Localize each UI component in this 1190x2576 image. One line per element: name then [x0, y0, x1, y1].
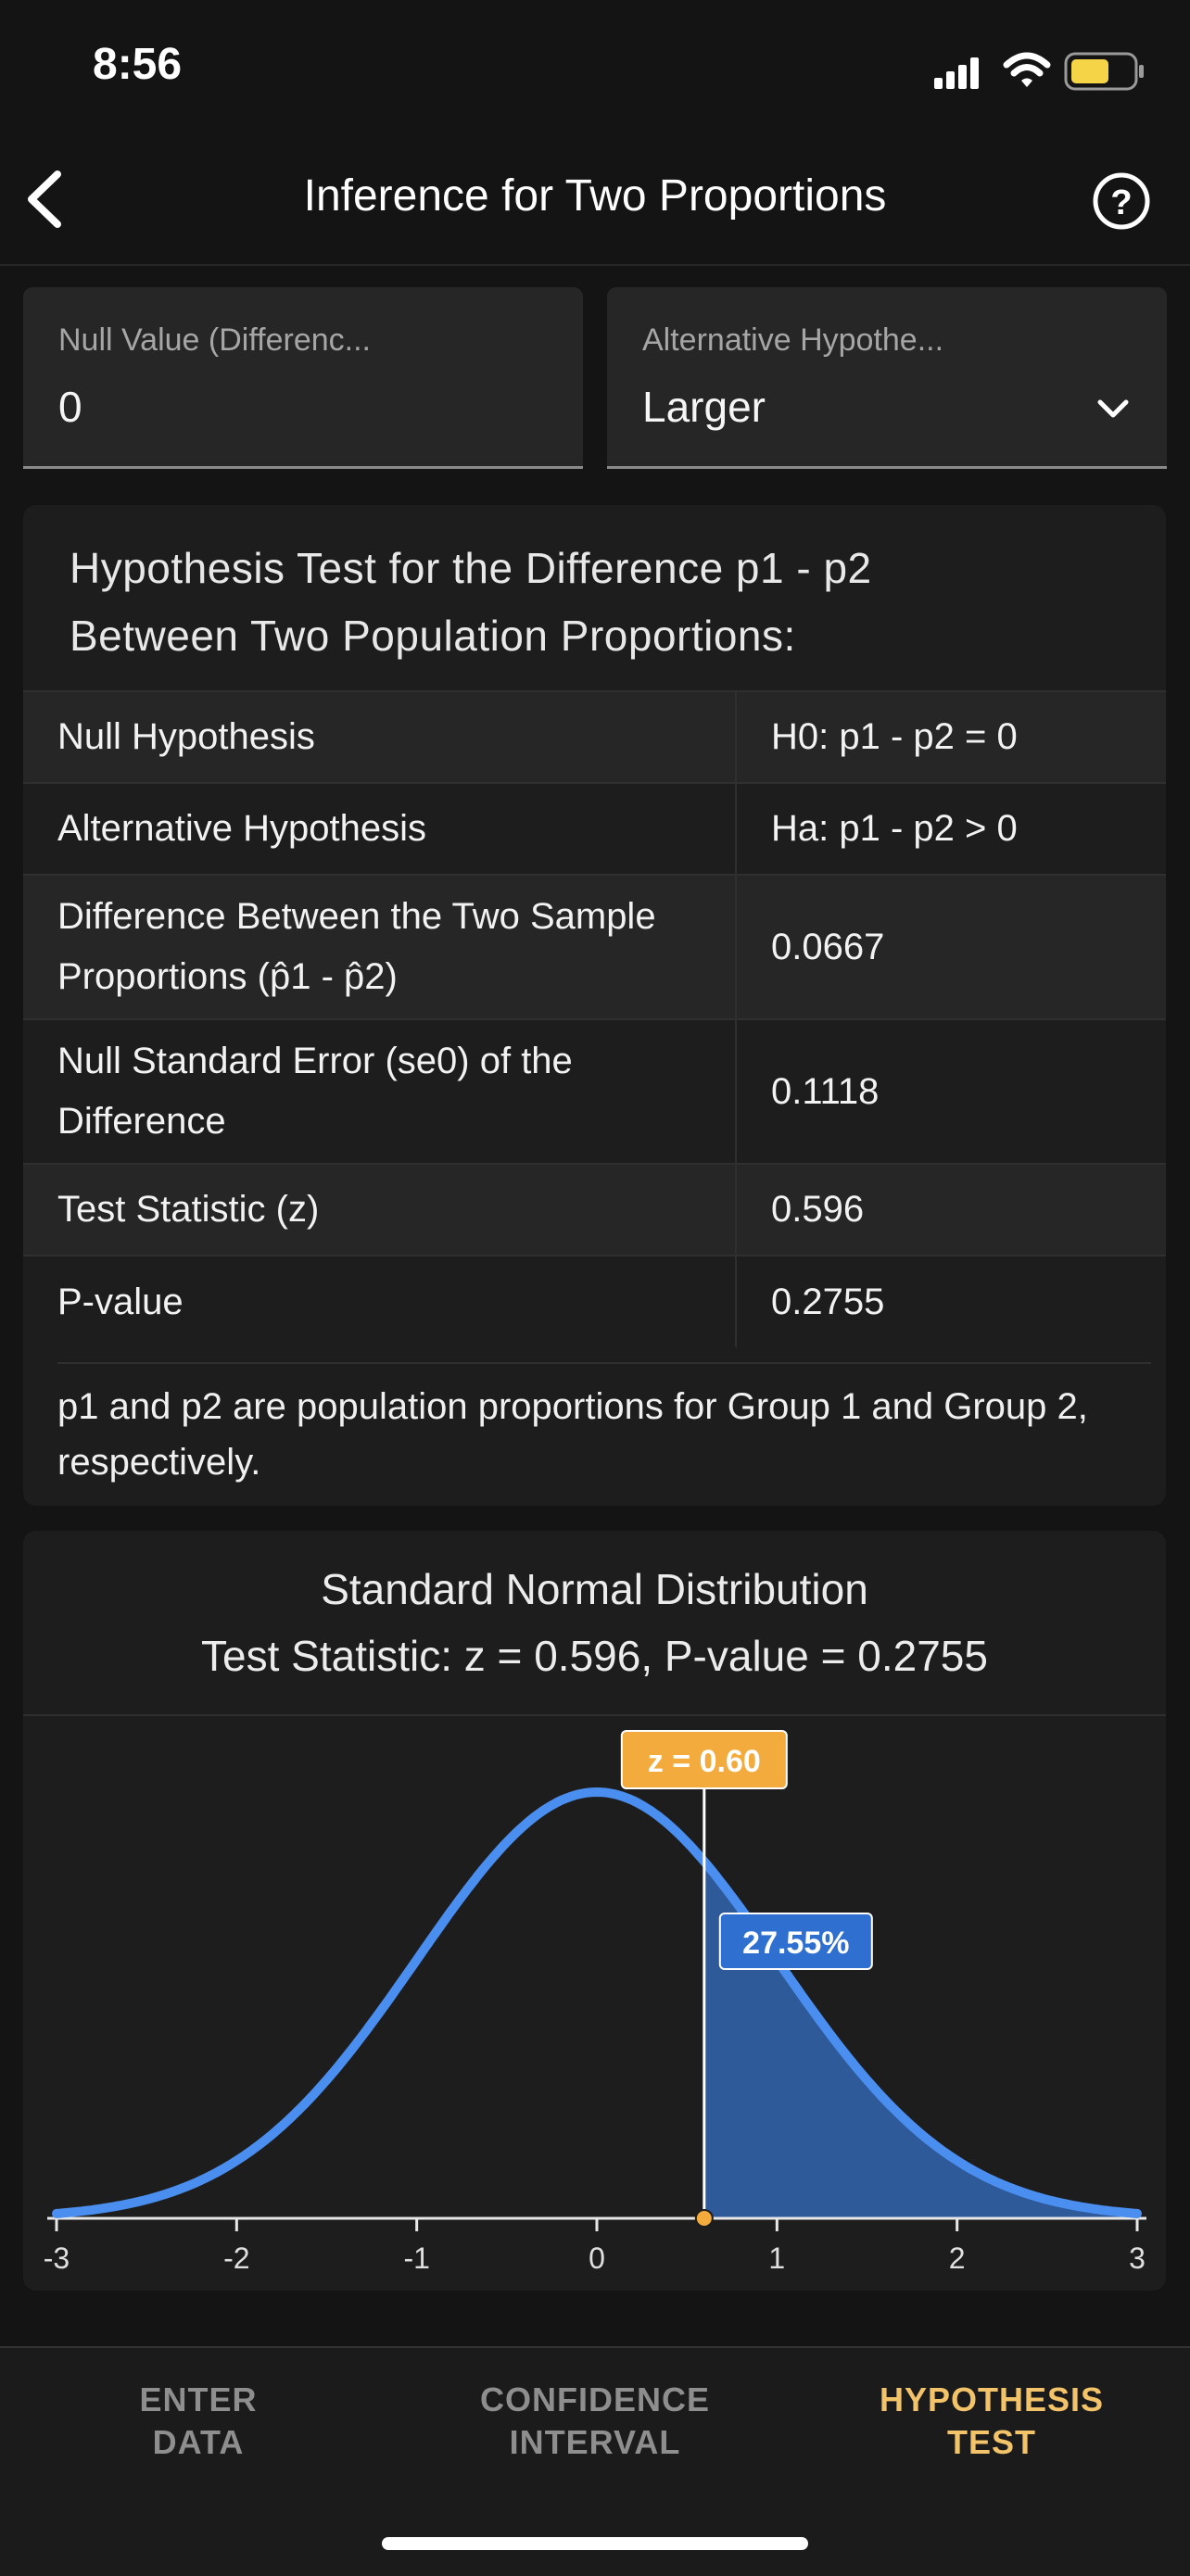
- result-heading-line2: Between Two Population Proportions:: [70, 612, 796, 660]
- cellular-signal-icon: [934, 57, 979, 89]
- row-label: Null Hypothesis: [23, 690, 736, 783]
- battery-icon: [1064, 52, 1144, 91]
- x-tick-label: -2: [223, 2241, 249, 2272]
- row-label: Test Statistic (z): [23, 1163, 736, 1256]
- z-badge-label: z = 0.60: [648, 1744, 761, 1779]
- row-value: Ha: p1 - p2 > 0: [735, 782, 1166, 875]
- table-row: Null Hypothesis H0: p1 - p2 = 0: [23, 690, 1166, 783]
- distribution-chart-card: Standard Normal Distribution Test Statis…: [23, 1531, 1166, 2291]
- normal-distribution-chart: -3 -2 -1 0 1 2 3 z = 0.60 27.55%: [44, 1730, 1146, 2272]
- tab-label-line2: INTERVAL: [509, 2423, 681, 2461]
- status-time: 8:56: [93, 40, 183, 89]
- x-tick-label: 3: [1129, 2241, 1146, 2272]
- z-marker-dot: [694, 2209, 714, 2228]
- svg-text:?: ?: [1110, 183, 1132, 222]
- x-tick-label: -1: [403, 2241, 429, 2272]
- alternative-hypothesis-label: Alternative Hypothe...: [642, 322, 944, 358]
- row-value: 0.596: [735, 1163, 1166, 1256]
- p-value-badge-label: 27.55%: [742, 1926, 849, 1961]
- table-row: Test Statistic (z) 0.596: [23, 1163, 1166, 1256]
- chevron-down-icon[interactable]: [1095, 397, 1132, 423]
- x-tick-label: 0: [589, 2241, 605, 2272]
- tab-label-line2: TEST: [946, 2423, 1036, 2461]
- tab-label-line1: ENTER: [139, 2380, 258, 2418]
- table-row: Alternative Hypothesis Ha: p1 - p2 > 0: [23, 782, 1166, 875]
- tab-label-line2: DATA: [152, 2423, 245, 2461]
- x-tick-label: -3: [44, 2241, 70, 2272]
- row-value: 0.0667: [735, 874, 1166, 1019]
- null-value-input[interactable]: 0: [58, 382, 82, 432]
- null-value-field[interactable]: Null Value (Differenc... 0: [23, 287, 583, 469]
- tab-hypothesis-test[interactable]: HYPOTHESIS TEST: [793, 2379, 1190, 2464]
- tab-enter-data[interactable]: ENTER DATA: [0, 2379, 397, 2464]
- table-row: P-value 0.2755: [23, 1255, 1166, 1347]
- table-row: Null Standard Error (se0) of the Differe…: [23, 1018, 1166, 1164]
- nav-divider: [0, 264, 1190, 266]
- x-tick-label: 2: [949, 2241, 966, 2272]
- null-value-label: Null Value (Differenc...: [58, 322, 371, 358]
- row-value: 0.2755: [735, 1255, 1166, 1347]
- table-row: Difference Between the Two Sample Propor…: [23, 874, 1166, 1019]
- help-icon[interactable]: ?: [1092, 171, 1151, 231]
- tab-label-line1: CONFIDENCE: [479, 2380, 710, 2418]
- density-curve: [52, 1787, 1142, 2218]
- chart-title: Standard Normal Distribution: [321, 1565, 868, 1613]
- result-heading: Hypothesis Test for the Difference p1 - …: [70, 535, 1135, 670]
- tab-label-line1: HYPOTHESIS: [879, 2380, 1105, 2418]
- hypothesis-result-card: Hypothesis Test for the Difference p1 - …: [23, 505, 1166, 1506]
- x-tick-label: 1: [768, 2241, 785, 2272]
- chart-subtitle: Test Statistic: z = 0.596, P-value = 0.2…: [201, 1632, 988, 1680]
- wifi-icon: [1003, 52, 1051, 87]
- page-title: Inference for Two Proportions: [303, 171, 887, 221]
- alternative-hypothesis-value[interactable]: Larger: [642, 382, 766, 432]
- row-value: H0: p1 - p2 = 0: [735, 690, 1166, 783]
- home-indicator: [382, 2537, 808, 2550]
- result-heading-line1: Hypothesis Test for the Difference p1 - …: [70, 544, 872, 592]
- row-label: Alternative Hypothesis: [23, 782, 736, 875]
- alternative-hypothesis-select[interactable]: Alternative Hypothe... Larger: [607, 287, 1167, 469]
- tab-confidence-interval[interactable]: CONFIDENCE INTERVAL: [397, 2379, 793, 2464]
- row-label: P-value: [23, 1255, 736, 1347]
- row-label: Null Standard Error (se0) of the Differe…: [23, 1018, 736, 1164]
- result-table: Null Hypothesis H0: p1 - p2 = 0 Alternat…: [23, 690, 1166, 1347]
- row-label: Difference Between the Two Sample Propor…: [23, 874, 736, 1019]
- result-footnote: p1 and p2 are population proportions for…: [57, 1362, 1151, 1490]
- row-value: 0.1118: [735, 1018, 1166, 1164]
